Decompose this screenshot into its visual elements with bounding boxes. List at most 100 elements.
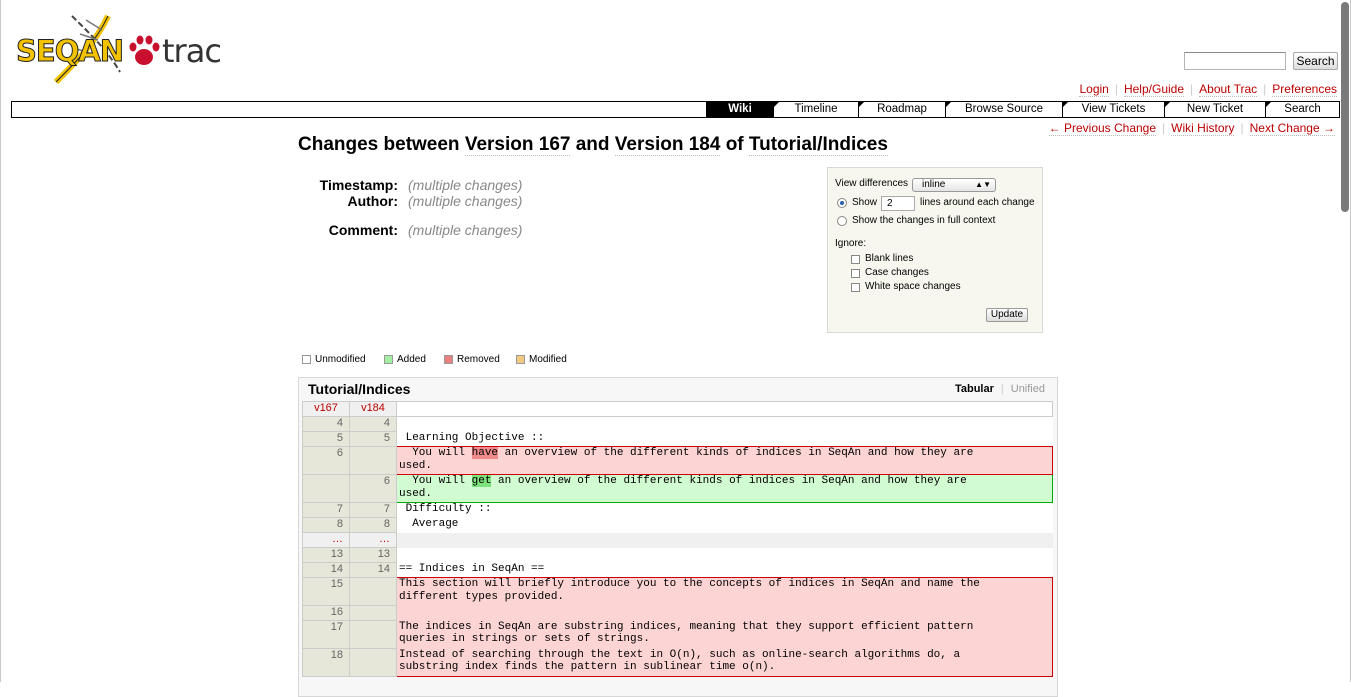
new-line-number[interactable] bbox=[349, 648, 397, 677]
old-line-number[interactable]: 16 bbox=[302, 605, 350, 621]
nav-tab-roadmap[interactable]: Roadmap bbox=[858, 102, 945, 117]
new-line-number[interactable]: 7 bbox=[349, 502, 397, 518]
full-context-label: Show the changes in full context bbox=[852, 215, 996, 226]
logo-brand: SEQAN bbox=[15, 34, 124, 69]
wiki-page-link[interactable]: Tutorial/Indices bbox=[748, 134, 888, 156]
new-line-number[interactable]: 14 bbox=[349, 562, 397, 578]
new-line-number[interactable]: 8 bbox=[349, 517, 397, 533]
logo-product: trac bbox=[162, 32, 222, 70]
diff-line-content: Learning Objective :: bbox=[396, 431, 1053, 447]
old-line-number[interactable]: 7 bbox=[302, 502, 350, 518]
diff-line-content: This section will briefly introduce you … bbox=[396, 577, 1053, 606]
nav-tab-search[interactable]: Search bbox=[1265, 102, 1339, 117]
old-version-column-header[interactable]: v167 bbox=[302, 401, 350, 417]
ignore-whitespace-label: White space changes bbox=[865, 281, 961, 292]
about-trac-link[interactable]: About Trac bbox=[1199, 82, 1258, 97]
diff-options-panel: View differences inline ▲▼ Show 2 lines a… bbox=[827, 167, 1043, 333]
context-navigation: ← Previous Change | Wiki History | Next Chan… bbox=[1048, 121, 1335, 136]
nav-tab-wiki[interactable]: Wiki bbox=[706, 102, 773, 117]
previous-change-link[interactable]: ← Previous Change bbox=[1048, 121, 1157, 136]
removed-swatch bbox=[444, 355, 453, 364]
diff-row: 14 14 == Indices in SeqAn == bbox=[302, 562, 1053, 578]
diff-line-content: You will have an overview of the differe… bbox=[396, 446, 1053, 475]
ignore-blank-checkbox[interactable] bbox=[851, 255, 860, 264]
comment-value: (multiple changes) bbox=[408, 222, 523, 238]
old-line-number[interactable]: … bbox=[302, 532, 350, 548]
preferences-link[interactable]: Preferences bbox=[1272, 82, 1337, 97]
old-line-number[interactable] bbox=[302, 474, 350, 503]
full-context-radio[interactable] bbox=[837, 216, 847, 226]
unified-view-link[interactable]: Unified bbox=[1011, 383, 1045, 395]
vertical-scrollbar[interactable] bbox=[1341, 2, 1349, 212]
timestamp-value: (multiple changes) bbox=[408, 177, 523, 193]
search-input[interactable] bbox=[1184, 52, 1286, 70]
ignore-case-checkbox[interactable] bbox=[851, 269, 860, 278]
seqan-trac-logo[interactable]: SEQAN trac bbox=[15, 12, 231, 84]
show-label: Show bbox=[852, 197, 878, 208]
next-change-link[interactable]: Next Change → bbox=[1249, 121, 1335, 136]
diff-line-content bbox=[396, 547, 1053, 563]
new-line-number[interactable]: 13 bbox=[349, 547, 397, 563]
tabular-view-link[interactable]: Tabular bbox=[955, 383, 994, 395]
ignore-whitespace-checkbox[interactable] bbox=[851, 283, 860, 292]
diff-style-switch: Tabular | Unified bbox=[955, 383, 1045, 395]
separator: | bbox=[1190, 82, 1194, 96]
wiki-history-link[interactable]: Wiki History bbox=[1171, 121, 1235, 136]
removed-label: Removed bbox=[457, 354, 500, 365]
diff-rows: 44 55 Learning Objective :: 6 You will ha… bbox=[302, 416, 1053, 677]
timestamp-label: Timestamp: bbox=[319, 177, 398, 193]
view-differences-label: View differences bbox=[835, 178, 909, 189]
diff-line-content bbox=[396, 532, 1053, 548]
new-version-link[interactable]: Version 184 bbox=[614, 134, 721, 156]
diff-row: 88 Average bbox=[302, 517, 1053, 533]
show-context-radio[interactable] bbox=[837, 198, 847, 208]
old-line-number[interactable]: 15 bbox=[302, 577, 350, 606]
new-line-number[interactable]: 6 bbox=[349, 474, 397, 503]
new-line-number[interactable] bbox=[349, 446, 397, 475]
old-line-number[interactable]: 17 bbox=[302, 620, 350, 649]
old-version-link[interactable]: Version 167 bbox=[464, 134, 571, 156]
separator: | bbox=[1114, 82, 1118, 96]
nav-tab-browse-source[interactable]: Browse Source bbox=[945, 102, 1062, 117]
help-guide-link[interactable]: Help/Guide bbox=[1123, 82, 1185, 97]
old-line-number[interactable]: 5 bbox=[302, 431, 350, 447]
context-suffix-label: lines around each change bbox=[920, 197, 1035, 208]
diff-row: 6 You will get an overview of the differ… bbox=[302, 474, 1053, 503]
search-button[interactable]: Search bbox=[1293, 52, 1338, 70]
old-line-number[interactable]: 14 bbox=[302, 562, 350, 578]
nav-tab-new-ticket[interactable]: New Ticket bbox=[1164, 102, 1265, 117]
nav-tab-label: New Ticket bbox=[1186, 103, 1244, 115]
unmodified-swatch bbox=[302, 355, 311, 364]
diff-row: 77 Difficulty :: bbox=[302, 502, 1053, 518]
diff-line-content: == Indices in SeqAn == bbox=[396, 562, 1053, 578]
diff-row: …… bbox=[302, 532, 1053, 548]
new-line-number[interactable] bbox=[349, 577, 397, 606]
old-line-number[interactable]: 4 bbox=[302, 416, 350, 432]
new-line-number[interactable] bbox=[349, 620, 397, 649]
old-line-number[interactable]: 18 bbox=[302, 648, 350, 677]
ignore-label: Ignore: bbox=[835, 238, 867, 249]
new-line-number[interactable]: 4 bbox=[349, 416, 397, 432]
diff-row: 44 bbox=[302, 416, 1053, 432]
diff-row: 55 Learning Objective :: bbox=[302, 431, 1053, 447]
diff-file-title[interactable]: Tutorial/Indices bbox=[308, 381, 410, 397]
chevron-updown-icon: ▲▼ bbox=[975, 180, 991, 189]
nav-tab-label: Browse Source bbox=[965, 103, 1043, 115]
update-button[interactable]: Update bbox=[986, 308, 1028, 322]
old-line-number[interactable]: 8 bbox=[302, 517, 350, 533]
new-line-number[interactable]: … bbox=[349, 532, 397, 548]
diff-style-select[interactable]: inline ▲▼ bbox=[912, 178, 996, 192]
context-lines-input[interactable]: 2 bbox=[881, 196, 915, 211]
added-word: get bbox=[471, 475, 492, 487]
nav-tab-timeline[interactable]: Timeline bbox=[773, 102, 858, 117]
login-link[interactable]: Login bbox=[1079, 82, 1109, 97]
separator: | bbox=[1000, 383, 1004, 395]
separator: | bbox=[1240, 121, 1244, 135]
old-line-number[interactable]: 6 bbox=[302, 446, 350, 475]
ignore-case-label: Case changes bbox=[865, 267, 929, 278]
old-line-number[interactable]: 13 bbox=[302, 547, 350, 563]
new-line-number[interactable] bbox=[349, 605, 397, 621]
nav-tab-view-tickets[interactable]: View Tickets bbox=[1062, 102, 1164, 117]
new-line-number[interactable]: 5 bbox=[349, 431, 397, 447]
new-version-column-header[interactable]: v184 bbox=[349, 401, 397, 417]
